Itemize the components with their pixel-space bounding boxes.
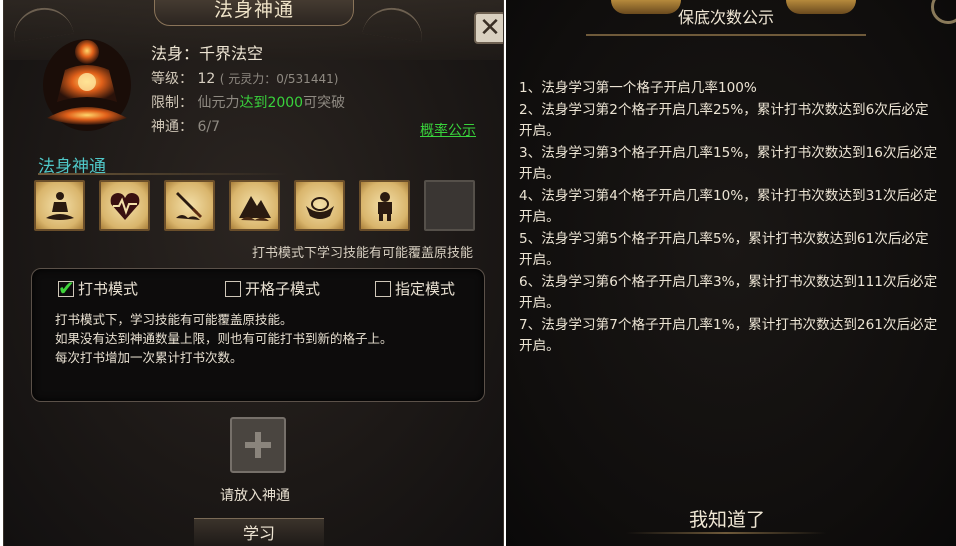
mode-option-label: 打书模式 [78, 280, 139, 298]
mode-option-specify[interactable]: 指定模式 [375, 278, 455, 299]
skill-slot-7-empty[interactable] [424, 180, 475, 231]
level-value: 12 [197, 71, 216, 87]
limit-prefix: 仙元力 [197, 95, 240, 111]
section-divider [38, 173, 288, 175]
limit-row: 限制： 仙元力达到2000可突破 [151, 92, 345, 112]
slot-label: 请放入神通 [220, 488, 290, 504]
level-detail: ( 元灵力：0/531441) [219, 72, 339, 86]
level-label: 等级： [151, 71, 193, 87]
plus-icon [245, 432, 271, 458]
rule-item: 5、法身学习第5个格子开启几率5%，累计打书次数达到61次后必定开启。 [519, 230, 929, 269]
skill-count-label: 神通： [151, 119, 193, 135]
popup-title: 保底次数公示 [586, 0, 866, 36]
mode-option-label: 指定模式 [395, 280, 456, 298]
limit-label: 限制： [151, 95, 193, 111]
learn-button[interactable]: 学习 [194, 518, 324, 546]
skill-slot-1[interactable] [34, 180, 85, 231]
skill-count-row: 神通： 6/7 [151, 116, 220, 136]
skill-slot-4[interactable] [229, 180, 280, 231]
buddha-avatar-icon [37, 30, 137, 134]
confirm-button[interactable]: 我知道了 [689, 505, 765, 532]
rule-item: 6、法身学习第6个格子开启几率3%，累计打书次数达到111次后必定开启。 [519, 273, 938, 312]
skill-slot-6[interactable] [359, 180, 410, 231]
sword-cloud-icon [175, 191, 202, 220]
rule-item: 7、法身学习第7个格子开启几率1%，累计打书次数达到261次后必定开启。 [519, 316, 938, 355]
close-button[interactable]: ✕ [474, 12, 503, 44]
mode-desc-line-2: 如果没有达到神通数量上限，则也有可能打书到新的格子上。 [55, 331, 393, 346]
limit-suffix: 可突破 [303, 95, 346, 111]
guarantee-popup: 保底次数公示 1、法身学习第一个格子开启几率100% 2、法身学习第2个格子开启… [506, 0, 956, 546]
checkbox-checked-icon[interactable] [58, 276, 75, 300]
skill-panel: 法身神通 ✕ 法身：千界法空 等级： 12 ( 元灵力：0/531441) 限制… [3, 0, 504, 546]
limit-highlight: 达到2000 [239, 95, 304, 111]
mode-option-slot[interactable]: 开格子模式 [225, 278, 320, 299]
skill-input-slot[interactable] [230, 417, 286, 473]
rule-item: 2、法身学习第2个格子开启几率25%，累计打书次数达到6次后必定开启。 [519, 101, 929, 140]
rule-item: 1、法身学习第一个格子开启几率100% [519, 80, 757, 96]
skill-slot-5[interactable] [294, 180, 345, 231]
armored-warrior-icon [377, 191, 392, 221]
scroll-ornament-right [362, 3, 426, 43]
rules-list: 1、法身学习第一个格子开启几率100% 2、法身学习第2个格子开启几率25%，累… [519, 78, 939, 358]
checkbox-icon[interactable] [225, 280, 241, 297]
mode-desc-line-3: 每次打书增加一次累计打书次数。 [55, 350, 243, 365]
name-value: 千界法空 [199, 44, 264, 63]
mode-option-book[interactable]: 打书模式 [58, 276, 139, 300]
meditating-figure-icon [45, 191, 74, 220]
skill-slot-2[interactable] [99, 180, 150, 231]
gold-ingot-icon [305, 196, 334, 219]
level-row: 等级： 12 ( 元灵力：0/531441) [151, 68, 338, 88]
skill-count-value: 6/7 [197, 119, 220, 135]
name-row: 法身：千界法空 [151, 40, 263, 64]
rate-disclosure-link[interactable]: 概率公示 [420, 120, 476, 140]
rule-item: 3、法身学习第3个格子开启几率15%，累计打书次数达到16次后必定开启。 [519, 144, 938, 183]
panel-title: 法身神通 [154, 0, 354, 26]
heartbeat-icon [110, 192, 139, 220]
checkbox-icon[interactable] [375, 280, 391, 297]
confirm-underline [626, 532, 826, 534]
corner-ornament [931, 0, 956, 24]
skill-slot-3[interactable] [164, 180, 215, 231]
mode-option-label: 开格子模式 [245, 280, 321, 298]
mode-hint: 打书模式下学习技能有可能覆盖原技能 [252, 246, 474, 261]
rule-item: 4、法身学习第4个格子开启几率10%，累计打书次数达到31次后必定开启。 [519, 187, 938, 226]
name-label: 法身： [151, 44, 200, 63]
mountain-cloud-icon [238, 195, 271, 221]
mode-desc-line-1: 打书模式下，学习技能有可能覆盖原技能。 [55, 312, 293, 327]
